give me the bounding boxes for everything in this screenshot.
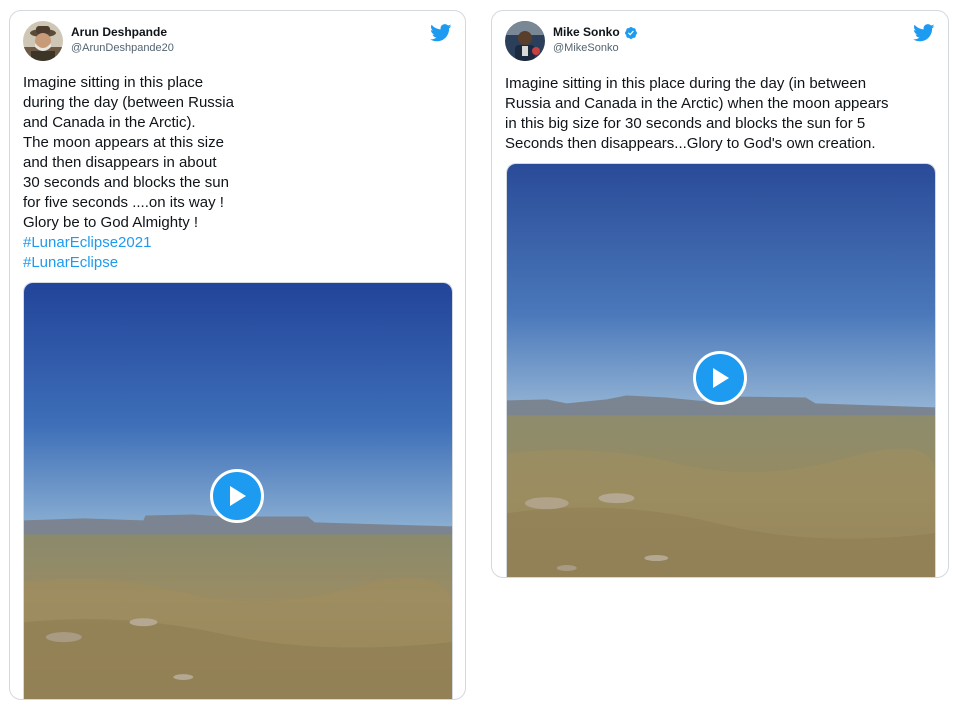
hashtag-link[interactable]: #LunarEclipse2021 xyxy=(23,233,443,253)
avatar[interactable] xyxy=(23,21,63,61)
tweet-card[interactable]: Arun Deshpande @ArunDeshpande20 Imagine … xyxy=(9,10,466,700)
play-button[interactable] xyxy=(693,351,747,405)
play-icon xyxy=(230,486,246,506)
tweet-header: Mike Sonko @MikeSonko xyxy=(505,21,935,63)
tweet-text: Imagine sitting in this place during the… xyxy=(23,73,443,273)
avatar[interactable] xyxy=(505,21,545,61)
verified-badge-icon xyxy=(624,26,637,39)
author-handle[interactable]: @ArunDeshpande20 xyxy=(71,41,174,56)
author-name[interactable]: Arun Deshpande xyxy=(71,25,167,40)
tweet-body: Imagine sitting in this place during the… xyxy=(23,74,234,231)
author-info: Mike Sonko @MikeSonko xyxy=(553,25,638,56)
tweet-header: Arun Deshpande @ArunDeshpande20 xyxy=(23,21,452,63)
play-icon xyxy=(713,368,729,388)
author-name[interactable]: Mike Sonko xyxy=(553,25,620,40)
twitter-bird-icon[interactable] xyxy=(430,24,452,42)
video-thumbnail[interactable] xyxy=(506,163,936,577)
author-handle[interactable]: @MikeSonko xyxy=(553,41,638,56)
twitter-bird-icon[interactable] xyxy=(913,24,935,42)
tweet-card[interactable]: Mike Sonko @MikeSonko Imagine sitting in… xyxy=(491,10,949,578)
tweet-text: Imagine sitting in this place during the… xyxy=(505,75,889,152)
play-button[interactable] xyxy=(210,469,264,523)
video-thumbnail[interactable] xyxy=(23,282,453,699)
author-info: Arun Deshpande @ArunDeshpande20 xyxy=(71,25,174,56)
hashtag-link[interactable]: #LunarEclipse xyxy=(23,253,443,273)
